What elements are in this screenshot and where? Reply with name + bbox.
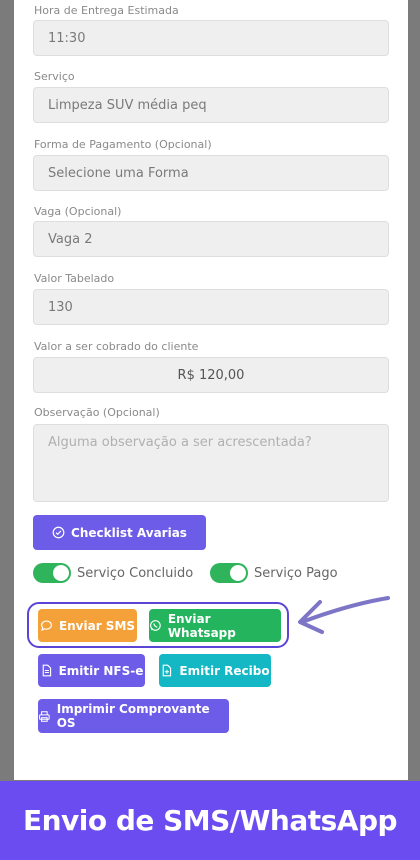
toggle-servico-pago[interactable]: Serviço Pago [210,563,338,583]
arrow-annotation [298,596,390,634]
switch-pago[interactable] [210,563,248,583]
banner-title: Envio de SMS/WhatsApp [0,781,420,860]
toggle-pago-label: Serviço Pago [254,565,338,581]
enviar-whatsapp-button[interactable]: Enviar Whatsapp [149,609,281,642]
imprimir-comprovante-label: Imprimir Comprovante OS [56,702,210,730]
switch-concluido[interactable] [33,563,71,583]
input-valor-cobrado[interactable]: R$ 120,00 [33,357,389,393]
emitir-recibo-label: Emitir Recibo [179,663,270,678]
imprimir-comprovante-button[interactable]: Imprimir Comprovante OS [38,699,229,733]
document-icon [42,664,51,677]
enviar-whatsapp-label: Enviar Whatsapp [167,611,236,640]
emitir-nfse-label: Emitir NFS-e [58,663,144,678]
label-servico: Serviço [34,70,75,83]
label-vaga: Vaga (Opcional) [34,205,122,218]
emitir-recibo-button[interactable]: Emitir Recibo [159,654,271,687]
label-valor-cobrado: Valor a ser cobrado do cliente [34,340,199,353]
printer-icon [39,710,50,722]
label-hora-entrega: Hora de Entrega Estimada [34,4,179,17]
label-observacao: Observação (Opcional) [34,406,160,419]
label-valor-tabelado: Valor Tabelado [34,272,115,285]
select-forma-pagamento[interactable]: Selecione uma Forma [33,155,389,191]
checklist-avarias-label: Checklist Avarias [71,525,187,540]
input-servico[interactable]: Limpeza SUV média peq [33,87,389,123]
input-hora-entrega[interactable]: 11:30 [33,20,389,56]
emitir-nfse-button[interactable]: Emitir NFS-e [38,654,145,687]
toggle-servico-concluido[interactable]: Serviço Concluido [33,563,193,583]
check-circle-icon [52,526,65,539]
input-vaga[interactable]: Vaga 2 [33,221,389,257]
enviar-sms-label: Enviar SMS [58,618,136,633]
checklist-avarias-button[interactable]: Checklist Avarias [33,515,206,550]
chat-bubble-icon [40,620,52,632]
enviar-sms-button[interactable]: Enviar SMS [38,609,137,642]
textarea-observacao[interactable]: Alguma observação a ser acrescentada? [33,424,389,502]
label-forma-pagamento: Forma de Pagamento (Opcional) [34,138,212,151]
document-plus-icon [163,664,172,677]
whatsapp-icon [150,620,161,631]
toggle-concluido-label: Serviço Concluido [77,565,194,581]
input-valor-tabelado[interactable]: 130 [33,289,389,325]
